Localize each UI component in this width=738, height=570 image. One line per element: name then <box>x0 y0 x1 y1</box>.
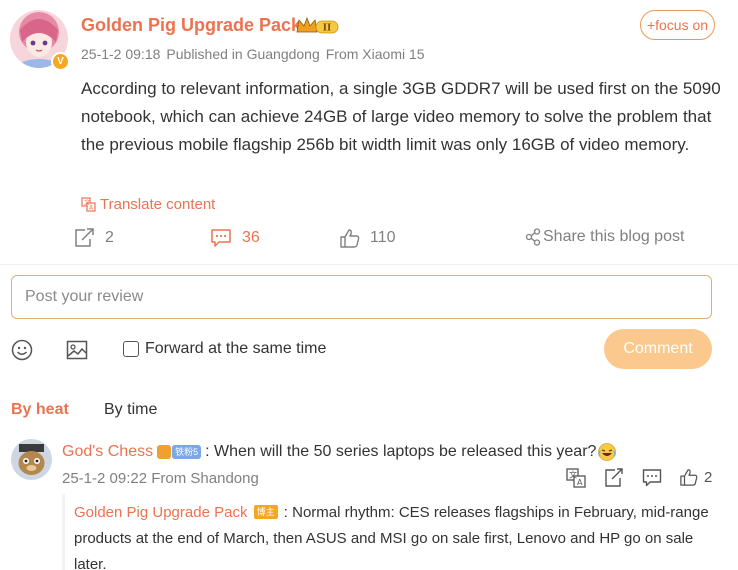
level-crown-icon: II <box>296 16 340 36</box>
repost-count: 2 <box>105 229 114 246</box>
post-location: Published in Guangdong <box>166 46 320 62</box>
divider <box>0 264 738 265</box>
comment-location: From Shandong <box>151 470 259 487</box>
comment-like-button[interactable]: 2 <box>680 468 712 486</box>
forward-label: Forward at the same time <box>145 340 327 357</box>
svg-text:A: A <box>577 478 583 487</box>
repost-icon <box>73 228 95 248</box>
comment-text: : When will the 50 series laptops be rel… <box>205 443 597 460</box>
fan-badge: 铁粉5 <box>157 445 202 459</box>
comment-repost-icon[interactable] <box>604 468 624 488</box>
focus-button[interactable]: +focus on <box>640 10 715 40</box>
fan-crown-icon <box>157 445 172 459</box>
share-icon <box>525 228 541 246</box>
share-label: Share this blog post <box>543 228 685 245</box>
share-button[interactable]: Share this blog post <box>525 228 684 246</box>
commenter-avatar[interactable] <box>11 439 52 480</box>
post-date: 25-1-2 09:18 <box>81 46 161 62</box>
laugh-emoji-icon <box>597 442 617 462</box>
like-icon <box>340 228 360 248</box>
post-body: According to relevant information, a sin… <box>81 79 721 154</box>
sort-by-heat-tab[interactable]: By heat <box>11 401 69 419</box>
checkbox-box[interactable] <box>123 341 139 357</box>
verified-icon: V <box>51 52 70 71</box>
translate-icon: 文 A <box>81 197 96 212</box>
comment-translate-icon[interactable]: 文 A <box>566 468 586 488</box>
comment-icon <box>210 228 232 248</box>
reply-author[interactable]: Golden Pig Upgrade Pack <box>74 504 247 521</box>
repost-button[interactable]: 2 <box>73 228 114 248</box>
svg-text:文: 文 <box>569 470 577 480</box>
forward-checkbox[interactable]: Forward at the same time <box>123 340 326 358</box>
comment-reply-icon[interactable] <box>642 468 662 488</box>
post-author-name[interactable]: Golden Pig Upgrade Pack <box>81 15 301 36</box>
post-meta: 25-1-2 09:18 Published in Guangdong From X… <box>81 46 431 62</box>
comment-line: God's Chess 铁粉5 : When will the 50 serie… <box>62 442 617 462</box>
comment-count: 36 <box>242 229 260 246</box>
fan-badge-label: 铁粉5 <box>172 445 202 459</box>
post-source: From Xiaomi 15 <box>325 46 425 62</box>
submit-comment-button[interactable]: Comment <box>604 329 712 369</box>
translate-link[interactable]: 文 A Translate content <box>81 196 215 213</box>
translate-label: Translate content <box>100 196 216 213</box>
commenter-name[interactable]: God's Chess <box>62 443 153 461</box>
comment-like-icon <box>680 468 698 486</box>
review-input[interactable] <box>11 275 712 319</box>
emoji-icon[interactable] <box>11 339 33 361</box>
comment-like-count: 2 <box>704 468 713 486</box>
image-icon[interactable] <box>66 339 88 361</box>
comment-meta: 25-1-2 09:22 From Shandong <box>62 470 259 487</box>
like-button[interactable]: 110 <box>340 228 396 248</box>
comment-toggle-button[interactable]: 36 <box>210 228 260 248</box>
like-count: 110 <box>370 229 396 246</box>
comment-date: 25-1-2 09:22 <box>62 470 148 487</box>
reply-divider <box>62 494 65 570</box>
sort-by-time-tab[interactable]: By time <box>104 401 157 419</box>
level-text: II <box>323 24 331 34</box>
host-badge: 博主 <box>253 505 278 519</box>
reply-block: Golden Pig Upgrade Pack 博主 : Normal rhyt… <box>74 500 724 570</box>
